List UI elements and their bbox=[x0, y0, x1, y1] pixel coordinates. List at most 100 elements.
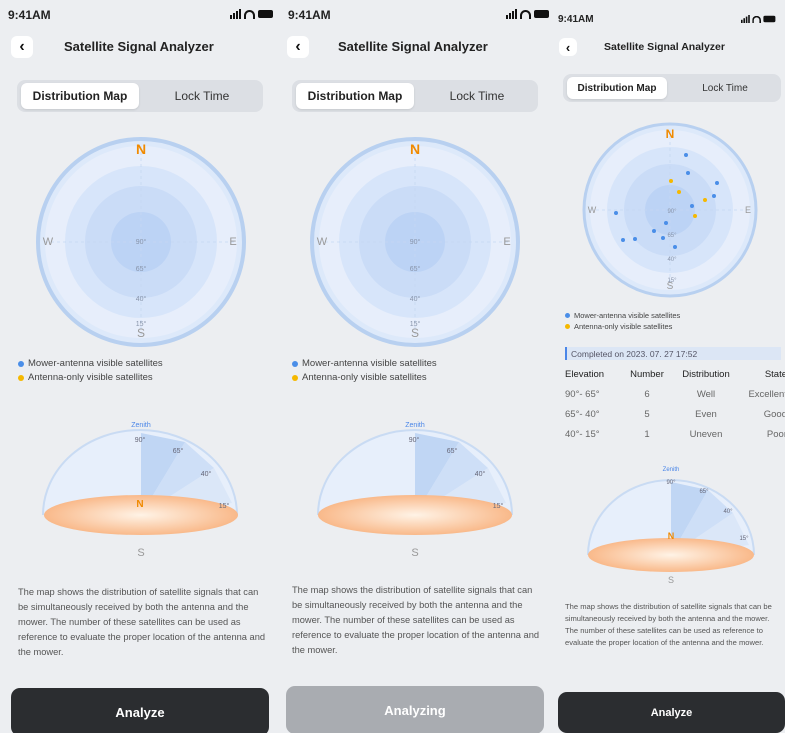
dome-65: 65° bbox=[173, 447, 184, 455]
battery-icon bbox=[534, 10, 549, 18]
blue-dot-icon bbox=[292, 360, 298, 367]
wifi-icon bbox=[752, 15, 761, 23]
cell-number: 6 bbox=[644, 388, 650, 400]
tab-lock-time[interactable]: Lock Time bbox=[422, 83, 532, 109]
dome-zenith: Zenith bbox=[131, 422, 151, 429]
back-button[interactable]: ‹ bbox=[559, 38, 577, 56]
legend-antenna: Antenna-only visible satellites bbox=[565, 322, 680, 331]
description: The map shows the distribution of satell… bbox=[292, 585, 540, 655]
battery-icon bbox=[258, 10, 273, 18]
legend: Mower-antenna visible satellites Antenna… bbox=[18, 358, 163, 386]
satellite-mower-dot bbox=[664, 221, 668, 225]
screen-analyzing: 9:41AM ‹ Satellite Signal Analyzer Distr… bbox=[280, 0, 554, 733]
legend: Mower-antenna visible satellites Antenna… bbox=[565, 311, 680, 334]
compass-n: N bbox=[136, 141, 146, 157]
dome-zenith: Zenith bbox=[663, 467, 680, 473]
satellite-mower-dot bbox=[686, 171, 690, 175]
ring-40: 40° bbox=[667, 257, 677, 263]
cell-distribution: Well bbox=[696, 388, 716, 400]
sky-map: N S W E 90° 65° 40° 15° bbox=[582, 122, 758, 298]
wifi-icon bbox=[520, 9, 531, 19]
back-button[interactable]: ‹ bbox=[287, 36, 309, 58]
cell-distribution: Uneven bbox=[689, 428, 723, 440]
satellite-antenna-dot bbox=[703, 198, 707, 202]
page-title: Satellite Signal Analyzer bbox=[64, 39, 214, 54]
tab-distribution-map[interactable]: Distribution Map bbox=[21, 83, 139, 109]
satellite-mower-dot bbox=[712, 194, 716, 198]
status-time: 9:41AM bbox=[288, 8, 331, 22]
analyze-button[interactable]: Analyze bbox=[11, 688, 269, 733]
cell-number: 1 bbox=[644, 428, 650, 440]
dome-15: 15° bbox=[219, 502, 230, 510]
completed-banner: Completed on 2023. 07. 27 17:52 bbox=[565, 347, 781, 360]
page-title: Satellite Signal Analyzer bbox=[338, 39, 488, 54]
legend-antenna-label: Antenna-only visible satellites bbox=[574, 322, 673, 331]
cell-elevation: 65°- 40° bbox=[565, 408, 600, 420]
legend-mower-label: Mower-antenna visible satellites bbox=[302, 358, 437, 369]
status-time: 9:41AM bbox=[558, 14, 594, 25]
dome-65: 65° bbox=[699, 489, 709, 495]
blue-dot-icon bbox=[565, 313, 570, 318]
table-row: 40°- 15° 1 Uneven Poor bbox=[565, 424, 785, 444]
ring-65: 65° bbox=[410, 265, 421, 273]
analyze-button[interactable]: Analyze bbox=[558, 692, 785, 733]
dome-90: 90° bbox=[666, 480, 676, 486]
legend: Mower-antenna visible satellites Antenna… bbox=[292, 358, 437, 386]
satellite-antenna-dot bbox=[677, 190, 681, 194]
table-header: Elevation Number Distribution State bbox=[565, 364, 785, 384]
yellow-dot-icon bbox=[18, 374, 24, 381]
page-title: Satellite Signal Analyzer bbox=[604, 41, 725, 53]
compass-n: N bbox=[666, 127, 675, 141]
satellite-mower-dot bbox=[673, 245, 677, 249]
dome-s: S bbox=[411, 547, 418, 559]
dome-40: 40° bbox=[475, 470, 486, 478]
compass-w: W bbox=[43, 236, 54, 248]
col-number: Number bbox=[630, 368, 664, 380]
tab-lock-time[interactable]: Lock Time bbox=[147, 83, 257, 109]
battery-icon bbox=[763, 15, 776, 23]
yellow-dot-icon bbox=[292, 374, 298, 381]
signal-icon bbox=[230, 9, 241, 19]
ring-15: 15° bbox=[410, 320, 421, 328]
screen-result: 9:41AM ‹ Satellite Signal Analyzer Distr… bbox=[554, 0, 785, 733]
satellite-mower-dot bbox=[690, 204, 694, 208]
legend-antenna: Antenna-only visible satellites bbox=[292, 372, 437, 383]
status-time: 9:41AM bbox=[8, 8, 51, 22]
ring-40: 40° bbox=[136, 295, 147, 303]
cell-state: Poor bbox=[766, 428, 785, 440]
compass-n: N bbox=[410, 141, 420, 157]
col-elevation: Elevation bbox=[565, 368, 605, 380]
tab-lock-time[interactable]: Lock Time bbox=[675, 77, 775, 99]
signal-icon bbox=[506, 9, 517, 19]
sky-map: N S W E 90° 65° 40° 15° bbox=[310, 137, 520, 347]
blue-dot-icon bbox=[18, 360, 24, 367]
compass-e: E bbox=[503, 236, 510, 248]
satellite-mower-dot bbox=[715, 181, 719, 185]
dome-90: 90° bbox=[135, 436, 146, 444]
cell-elevation: 90°- 65° bbox=[565, 388, 600, 400]
compass-w: W bbox=[317, 236, 328, 248]
description: The map shows the distribution of satell… bbox=[565, 602, 772, 647]
legend-mower: Mower-antenna visible satellites bbox=[565, 311, 680, 320]
satellite-mower-dot bbox=[661, 236, 665, 240]
compass-s: S bbox=[411, 326, 419, 340]
tab-distribution-map[interactable]: Distribution Map bbox=[567, 77, 667, 99]
screen-initial: 9:41AM ‹ Satellite Signal Analyzer Distr… bbox=[0, 0, 280, 733]
back-button[interactable]: ‹ bbox=[11, 36, 33, 58]
compass-e: E bbox=[229, 236, 236, 248]
table-row: 90°- 65° 6 Well Excellent bbox=[565, 384, 785, 404]
tab-bar: Distribution Map Lock Time bbox=[292, 80, 538, 112]
dome-15: 15° bbox=[493, 502, 504, 510]
elevation-dome: Zenith 90° 65° 40° 15° N S bbox=[587, 467, 755, 585]
ring-40: 40° bbox=[410, 295, 421, 303]
yellow-dot-icon bbox=[565, 324, 570, 329]
table-row: 65°- 40° 5 Even Good bbox=[565, 404, 785, 424]
elevation-dome: Zenith 90° 65° 40° 15° S bbox=[317, 422, 513, 559]
tab-distribution-map[interactable]: Distribution Map bbox=[296, 83, 414, 109]
legend-mower: Mower-antenna visible satellites bbox=[292, 358, 437, 369]
ring-15: 15° bbox=[136, 320, 147, 328]
status-icons bbox=[741, 15, 776, 23]
dome-65: 65° bbox=[447, 447, 458, 455]
satellite-mower-dot bbox=[684, 153, 688, 157]
tab-bar: Distribution Map Lock Time bbox=[17, 80, 263, 112]
